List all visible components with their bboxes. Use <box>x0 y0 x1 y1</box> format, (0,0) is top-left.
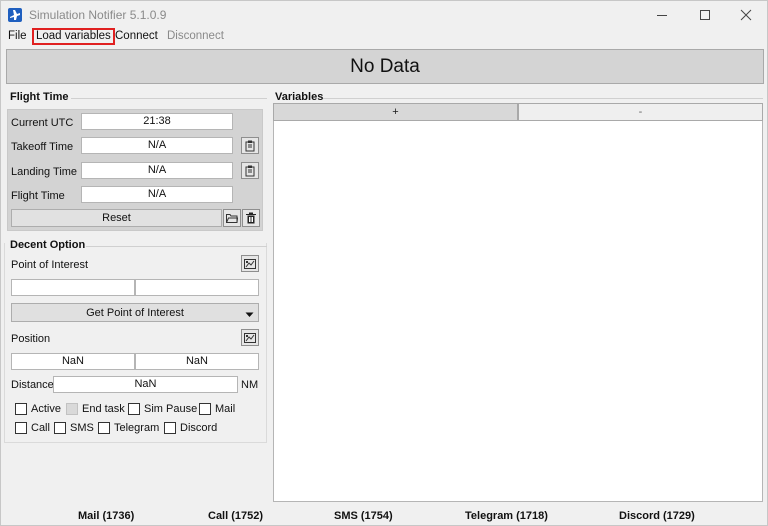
mail-label: Mail <box>215 403 236 415</box>
airplane-icon <box>8 8 22 22</box>
distance-field: NaN <box>53 376 238 393</box>
status-banner: No Data <box>6 49 764 84</box>
map-icon[interactable] <box>241 329 259 346</box>
sms-checkbox[interactable] <box>54 422 66 434</box>
end-task-checkbox[interactable] <box>66 403 78 415</box>
takeoff-time-label: Takeoff Time <box>11 141 74 153</box>
position-lon-field: NaN <box>135 353 259 370</box>
status-telegram: Telegram (1718) <box>465 510 548 522</box>
current-utc-label: Current UTC <box>11 117 74 129</box>
discord-label: Discord <box>180 422 218 434</box>
decent-option-title: Decent Option <box>10 239 86 251</box>
status-sms: SMS (1754) <box>334 510 393 522</box>
takeoff-time-field: N/A <box>81 137 233 154</box>
flight-time-label: Flight Time <box>11 190 65 202</box>
sim-pause-checkbox[interactable] <box>128 403 140 415</box>
poi-field-2[interactable] <box>135 279 259 296</box>
menu-disconnect[interactable]: Disconnect <box>165 28 226 45</box>
active-label: Active <box>31 403 61 415</box>
landing-time-field: N/A <box>81 162 233 179</box>
sms-label: SMS <box>70 422 94 434</box>
reset-button[interactable]: Reset <box>11 209 222 227</box>
mail-checkbox[interactable] <box>199 403 211 415</box>
current-utc-field: 21:38 <box>81 113 233 130</box>
trash-icon[interactable] <box>242 209 260 227</box>
group-divider <box>323 98 763 99</box>
status-call: Call (1752) <box>208 510 264 522</box>
active-checkbox[interactable] <box>15 403 27 415</box>
group-divider <box>86 246 267 247</box>
app-window: Simulation Notifier 5.1.0.9 File Load va… <box>0 0 768 526</box>
call-label: Call <box>31 422 50 434</box>
variables-title: Variables <box>275 91 324 103</box>
window-title: Simulation Notifier 5.1.0.9 <box>29 8 167 22</box>
poi-label: Point of Interest <box>11 259 89 271</box>
status-discord: Discord (1729) <box>619 510 695 522</box>
map-icon[interactable] <box>241 255 259 272</box>
maximize-icon[interactable] <box>682 1 728 29</box>
close-icon[interactable] <box>723 1 768 29</box>
clipboard-icon[interactable] <box>241 137 259 154</box>
variables-list[interactable] <box>273 103 763 502</box>
poi-field-1[interactable] <box>11 279 135 296</box>
get-poi-label: Get Point of Interest <box>86 306 184 319</box>
flight-time-field: N/A <box>81 186 233 203</box>
distance-unit: NM <box>241 379 259 391</box>
call-checkbox[interactable] <box>15 422 27 434</box>
remove-variable-button[interactable]: - <box>518 103 763 121</box>
end-task-label: End task <box>82 403 125 415</box>
status-mail: Mail (1736) <box>78 510 135 522</box>
telegram-checkbox[interactable] <box>98 422 110 434</box>
flight-time-title: Flight Time <box>10 91 69 103</box>
position-label: Position <box>11 333 51 345</box>
add-variable-button[interactable]: + <box>273 103 518 121</box>
menu-load-variables[interactable]: Load variables <box>32 28 115 45</box>
menu-connect[interactable]: Connect <box>113 28 160 45</box>
sim-pause-label: Sim Pause <box>144 403 198 415</box>
distance-label: Distance <box>11 379 54 391</box>
group-divider <box>71 98 267 99</box>
clipboard-icon[interactable] <box>241 162 259 179</box>
minimize-icon[interactable] <box>639 1 685 29</box>
get-poi-dropdown[interactable]: Get Point of Interest <box>11 303 259 322</box>
position-lat-field: NaN <box>11 353 135 370</box>
menu-file[interactable]: File <box>6 28 29 45</box>
discord-checkbox[interactable] <box>164 422 176 434</box>
landing-time-label: Landing Time <box>11 166 78 178</box>
folder-icon[interactable] <box>223 209 241 227</box>
chevron-down-icon <box>245 309 254 321</box>
telegram-label: Telegram <box>114 422 160 434</box>
